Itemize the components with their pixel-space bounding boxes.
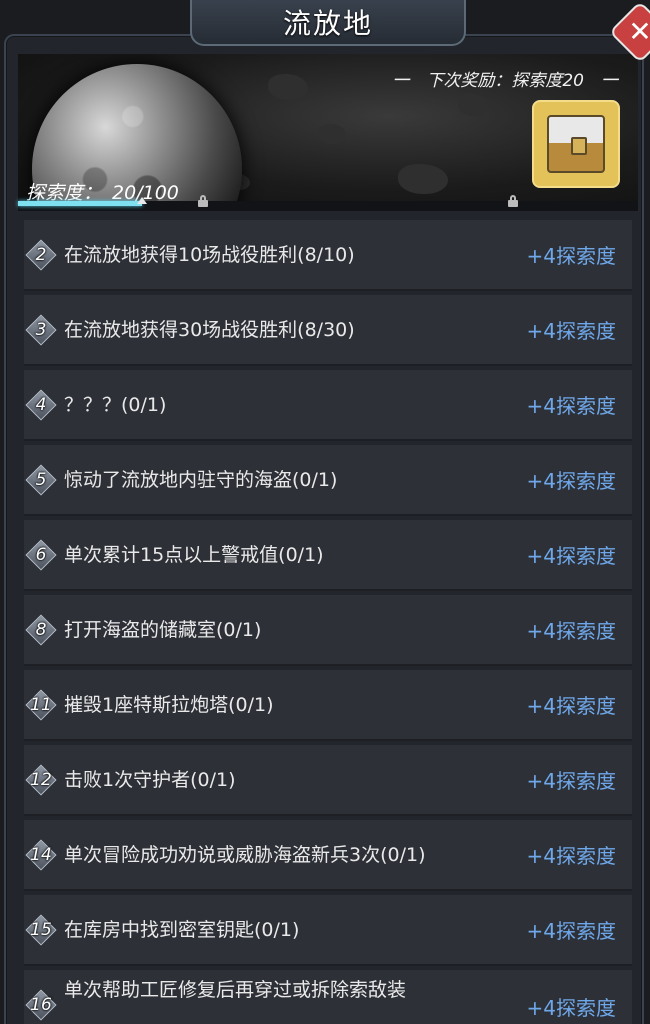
task-reward: +4探索度 [526, 469, 616, 493]
task-text: 在库房中找到密室钥匙(0/1) [64, 918, 300, 941]
task-reward: +4探索度 [526, 544, 616, 568]
next-reward-label: 一 下次奖励：探索度20 一 [392, 71, 618, 91]
task-text: 惊动了流放地内驻守的海盗(0/1) [64, 468, 338, 491]
task-text: 打开海盗的储藏室(0/1) [64, 618, 262, 641]
task-list: 2 在流放地获得10场战役胜利(8/10) +4探索度 3 在流放地获得30场战… [18, 220, 638, 1024]
task-reward: +4探索度 [526, 844, 616, 868]
page-title: 流放地 [282, 7, 373, 40]
task-text: 在流放地获得30场战役胜利(8/30) [64, 318, 355, 341]
task-number: 5 [35, 469, 47, 490]
explore-progress-bar [18, 195, 638, 211]
task-text: 单次帮助工匠修复后再穿过或拆除索敌装 [64, 979, 407, 1001]
task-row: 4 ？？？(0/1) +4探索度 [24, 370, 632, 441]
task-row: 11 摧毁1座特斯拉炮塔(0/1) +4探索度 [24, 670, 632, 741]
task-row: 16 单次帮助工匠修复后再穿过或拆除索敌装 +4探索度 [24, 970, 632, 1024]
close-icon: ✕ [628, 14, 650, 48]
task-reward: +4探索度 [526, 919, 616, 943]
task-text: 单次累计15点以上警戒值(0/1) [64, 543, 324, 566]
task-row: 15 在库房中找到密室钥匙(0/1) +4探索度 [24, 895, 632, 966]
task-number: 6 [35, 544, 47, 565]
task-row: 5 惊动了流放地内驻守的海盗(0/1) +4探索度 [24, 445, 632, 516]
task-number: 8 [35, 619, 47, 640]
task-reward: +4探索度 [526, 769, 616, 793]
title-tab: 流放地 [190, 0, 466, 46]
asteroid [318, 124, 346, 144]
progress-fill [18, 201, 142, 206]
task-text: ？？？(0/1) [64, 393, 167, 416]
zone-banner: 一 下次奖励：探索度20 一 探索度： 20/100 [18, 54, 638, 210]
task-row: 3 在流放地获得30场战役胜利(8/30) +4探索度 [24, 295, 632, 366]
task-number: 16 [30, 994, 52, 1015]
task-text: 单次冒险成功劝说或威胁海盗新兵3次(0/1) [64, 843, 426, 866]
asteroid [268, 74, 308, 100]
task-text: 在流放地获得10场战役胜利(8/10) [64, 243, 355, 266]
lock-icon [198, 195, 208, 207]
asteroid [458, 94, 488, 116]
task-reward: +4探索度 [526, 319, 616, 343]
task-text: 摧毁1座特斯拉炮塔(0/1) [64, 693, 274, 716]
task-text: 击败1次守护者(0/1) [64, 768, 236, 791]
task-row: 14 单次冒险成功劝说或威胁海盗新兵3次(0/1) +4探索度 [24, 820, 632, 891]
lock-icon [508, 195, 518, 207]
task-number: 2 [35, 244, 47, 265]
task-row: 2 在流放地获得10场战役胜利(8/10) +4探索度 [24, 220, 632, 291]
task-reward: +4探索度 [526, 244, 616, 268]
task-row: 12 击败1次守护者(0/1) +4探索度 [24, 745, 632, 816]
task-row: 8 打开海盗的储藏室(0/1) +4探索度 [24, 595, 632, 666]
treasure-chest-icon[interactable] [532, 100, 620, 188]
task-reward: +4探索度 [526, 996, 616, 1020]
task-number: 14 [30, 844, 52, 865]
task-number: 4 [35, 394, 47, 415]
task-reward: +4探索度 [526, 694, 616, 718]
task-number: 15 [30, 919, 52, 940]
asteroid [398, 164, 448, 194]
task-number: 3 [35, 319, 47, 340]
task-row: 6 单次累计15点以上警戒值(0/1) +4探索度 [24, 520, 632, 591]
task-number: 11 [30, 694, 52, 715]
task-number: 12 [30, 769, 52, 790]
progress-marker [137, 197, 147, 204]
task-reward: +4探索度 [526, 619, 616, 643]
task-reward: +4探索度 [526, 394, 616, 418]
